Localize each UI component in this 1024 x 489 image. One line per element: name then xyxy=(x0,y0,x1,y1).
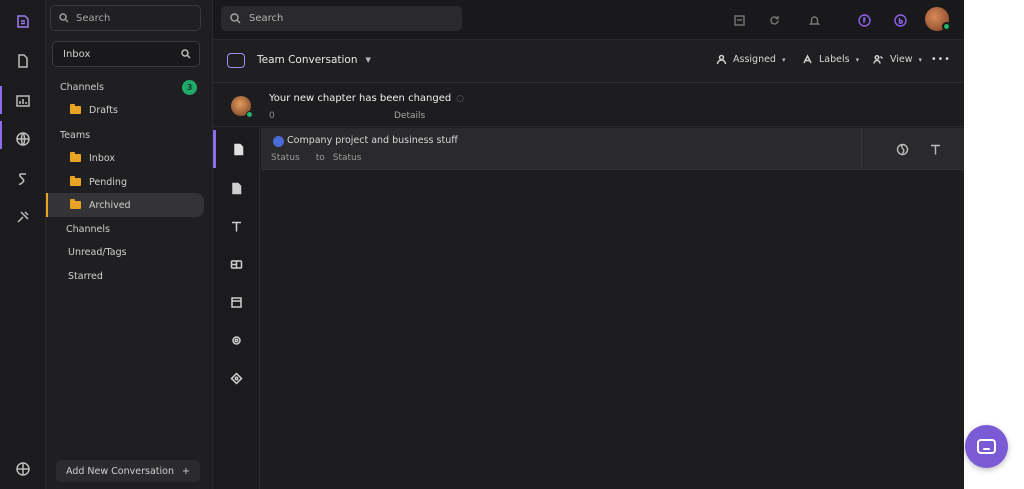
team-icon xyxy=(873,54,884,64)
add-conversation-label: Add New Conversation xyxy=(66,465,174,477)
sidebar-item-starred[interactable]: Starred xyxy=(68,271,103,282)
panel-search-input[interactable]: Search xyxy=(50,5,201,31)
diamond-tool-icon[interactable] xyxy=(213,359,260,397)
conversation-title-dropdown[interactable]: Team Conversation ▼ xyxy=(257,54,371,66)
message-meta-details[interactable]: Details xyxy=(394,111,425,121)
app-logo-icon[interactable] xyxy=(8,6,38,36)
chevron-down-icon: ▾ xyxy=(781,55,786,64)
main-search-input[interactable]: Search xyxy=(221,6,462,31)
folder-panel: Search Inbox Channels 3 Drafts Teams Inb… xyxy=(46,0,213,489)
labels-filter-button[interactable]: Labels ▾ xyxy=(802,54,859,65)
filter-label: Inbox xyxy=(63,48,91,60)
conversation-body xyxy=(261,170,964,489)
attachment-tool-icon[interactable] xyxy=(213,321,260,359)
message-subject: Your new chapter has been changed ◌ xyxy=(269,93,464,104)
folder-label: Inbox xyxy=(89,152,115,164)
item-meta-status: Status xyxy=(271,153,300,163)
conversation-title: Team Conversation xyxy=(257,54,358,66)
folder-icon xyxy=(70,104,81,114)
conversation-toolbar: Team Conversation ▼ Assigned ▾ Labels ▾ … xyxy=(213,41,964,83)
subject-text: Your new chapter has been changed xyxy=(269,93,452,104)
bell-icon[interactable] xyxy=(804,10,824,30)
text-format-icon[interactable] xyxy=(926,140,944,158)
globe-icon[interactable] xyxy=(893,140,911,158)
more-options-icon[interactable]: ••• xyxy=(931,54,951,65)
user-icon xyxy=(716,54,727,65)
filter-search-icon xyxy=(181,49,191,59)
analytics-icon[interactable] xyxy=(8,86,38,116)
folder-icon xyxy=(70,176,81,186)
labels-label: Labels xyxy=(819,54,850,65)
integrations-icon[interactable] xyxy=(8,164,38,194)
online-status-dot xyxy=(942,22,951,31)
section-header-channels-2[interactable]: Channels xyxy=(66,224,110,235)
panel-search-placeholder: Search xyxy=(76,12,111,24)
chat-launcher-button[interactable] xyxy=(965,425,1008,468)
language-icon[interactable] xyxy=(8,454,38,484)
document-tool-icon[interactable] xyxy=(213,130,260,168)
item-status-icon xyxy=(273,136,284,147)
sender-online-dot xyxy=(246,111,253,118)
item-meta-to: to xyxy=(315,153,325,163)
folder-item-archived[interactable]: Archived xyxy=(46,193,204,217)
item-meta-status-2: Status xyxy=(332,153,362,163)
view-label: View xyxy=(890,54,913,65)
brand-f-icon[interactable] xyxy=(854,10,874,30)
search-icon xyxy=(230,13,241,24)
main-search-placeholder: Search xyxy=(249,13,284,24)
tool-rail xyxy=(213,128,260,489)
image-tool-icon[interactable] xyxy=(213,283,260,321)
document-icon[interactable] xyxy=(8,46,38,76)
label-icon xyxy=(803,54,812,64)
note-tool-icon[interactable] xyxy=(213,169,260,207)
chat-icon xyxy=(977,439,996,454)
assigned-label: Assigned xyxy=(733,54,776,65)
icon-rail xyxy=(0,0,46,489)
top-bar: Search xyxy=(213,0,964,40)
refresh-icon[interactable] xyxy=(764,10,784,30)
chevron-down-icon: ▾ xyxy=(918,55,923,64)
chevron-down-icon: ▼ xyxy=(365,56,371,64)
inbox-filter-dropdown[interactable]: Inbox xyxy=(52,41,200,67)
info-icon: ◌ xyxy=(456,93,465,104)
globe-icon[interactable] xyxy=(8,124,38,154)
app-window: Search Inbox Channels 3 Drafts Teams Inb… xyxy=(0,0,964,489)
item-title: Company project and business stuff xyxy=(287,135,458,146)
folder-item-drafts[interactable]: Drafts xyxy=(46,98,204,122)
plus-icon: + xyxy=(182,465,190,477)
folder-item-pending[interactable]: Pending xyxy=(46,170,204,194)
brand-b-icon[interactable] xyxy=(890,10,910,30)
tools-icon[interactable] xyxy=(8,202,38,232)
search-icon xyxy=(59,13,69,23)
folder-icon xyxy=(70,199,81,209)
rail-active-indicator-2 xyxy=(0,121,2,149)
channels-count-badge: 3 xyxy=(182,80,197,95)
section-header-channels[interactable]: Channels xyxy=(60,82,104,93)
rail-active-indicator xyxy=(0,86,2,114)
item-tools xyxy=(861,128,964,170)
sidebar-item-unread-tags[interactable]: Unread/Tags xyxy=(68,247,127,258)
folder-label: Pending xyxy=(89,176,127,188)
text-tool-icon[interactable] xyxy=(213,207,260,245)
item-meta: Status to Status xyxy=(271,153,361,163)
folder-label: Drafts xyxy=(89,104,118,116)
inbox-icon xyxy=(227,53,245,68)
chevron-down-icon: ▾ xyxy=(855,55,860,64)
folder-item-inbox[interactable]: Inbox xyxy=(46,146,204,170)
media-tool-icon[interactable] xyxy=(213,245,260,283)
section-header-teams[interactable]: Teams xyxy=(60,130,90,141)
view-filter-button[interactable]: View ▾ xyxy=(873,54,922,65)
conversation-item[interactable]: Company project and business stuff Statu… xyxy=(261,128,964,170)
folder-label: Archived xyxy=(89,199,131,211)
add-conversation-button[interactable]: Add New Conversation + xyxy=(56,460,200,482)
assigned-filter-button[interactable]: Assigned ▾ xyxy=(716,54,785,65)
archive-icon[interactable] xyxy=(729,10,749,30)
message-meta-count: 0 xyxy=(269,111,275,121)
message-header[interactable]: Your new chapter has been changed ◌ 0 De… xyxy=(213,84,964,127)
folder-icon xyxy=(70,152,81,162)
